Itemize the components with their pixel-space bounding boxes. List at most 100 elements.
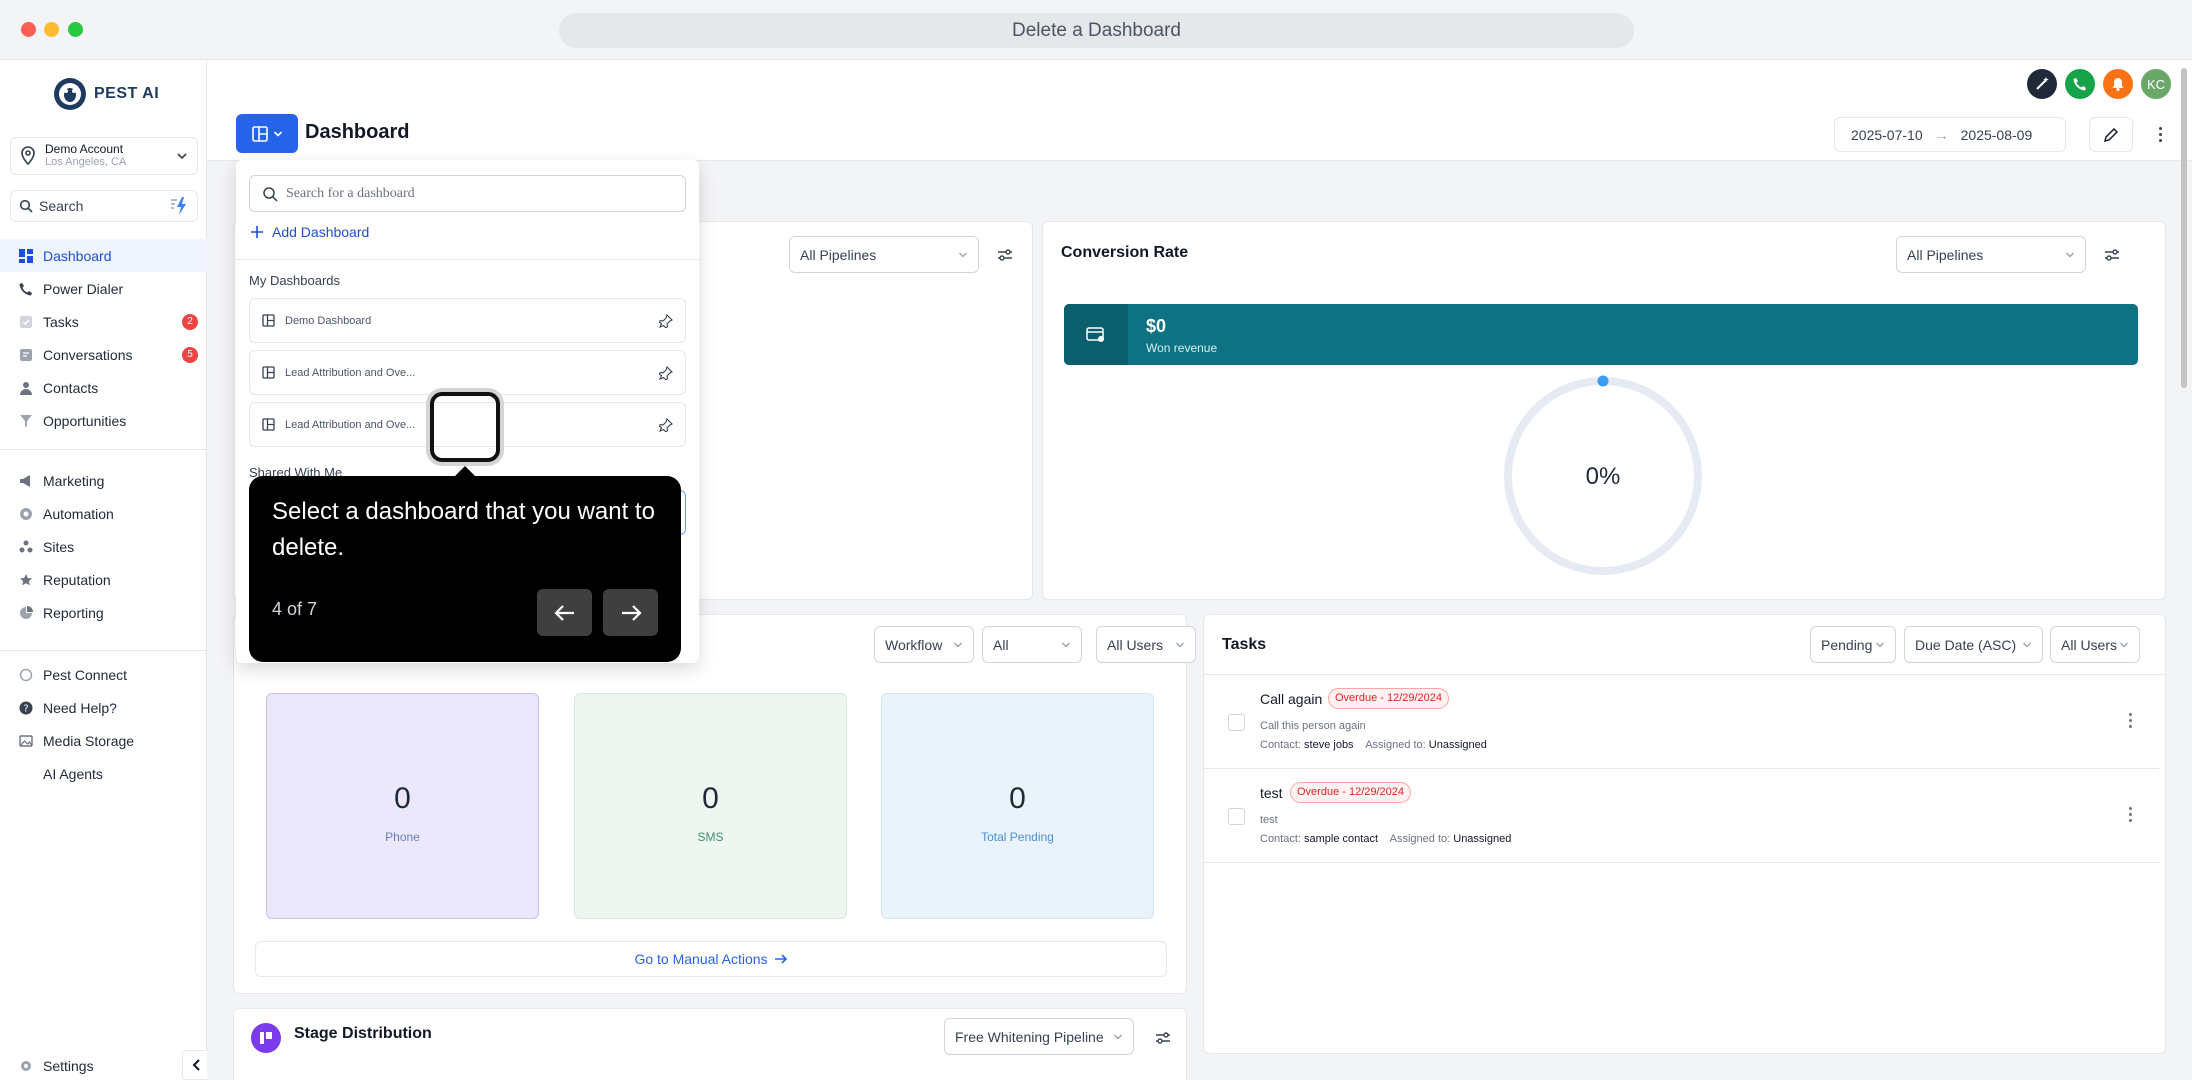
chevron-down-icon [2066, 252, 2074, 257]
account-switcher[interactable]: Demo Account Los Angeles, CA [10, 137, 198, 175]
brand-logo[interactable]: PEST AI [52, 76, 159, 112]
settings-sliders-icon[interactable] [996, 246, 1014, 264]
type-filter[interactable]: All [982, 626, 1082, 663]
sidebar-item-settings[interactable]: Settings [0, 1049, 207, 1080]
sidebar-item-media-storage[interactable]: Media Storage [0, 724, 207, 757]
pin-icon[interactable] [659, 365, 673, 380]
filter-value: All Users [2061, 636, 2118, 653]
filter-value: Workflow [885, 636, 943, 653]
workflow-filter[interactable]: Workflow [874, 626, 974, 663]
chevron-down-icon [177, 153, 187, 160]
dashboard-item[interactable]: Demo Dashboard [249, 298, 686, 343]
tour-previous-button[interactable] [537, 589, 592, 636]
add-dashboard-button[interactable]: Add Dashboard [250, 224, 369, 240]
sidebar-item-contacts[interactable]: Contacts [0, 371, 207, 404]
page-scrollbar[interactable] [2181, 68, 2187, 388]
dropdown-divider [236, 259, 699, 260]
sidebar-item-marketing[interactable]: Marketing [0, 464, 207, 497]
task-more-icon[interactable] [2126, 807, 2134, 827]
conversion-rate-card: Conversion Rate All Pipelines $0 Won rev… [1042, 221, 2166, 600]
contact-label: Contact: [1260, 739, 1301, 751]
chevron-left-icon [192, 1059, 200, 1071]
status-filter[interactable]: Pending [1810, 626, 1896, 663]
sidebar-item-ai-agents[interactable]: AI Agents [0, 757, 207, 790]
date-from: 2025-07-10 [1851, 126, 1923, 143]
gear-icon [18, 1058, 34, 1074]
pipeline-select[interactable]: All Pipelines [789, 236, 979, 273]
pie-icon [18, 605, 34, 621]
date-range-picker[interactable]: 2025-07-10 → 2025-08-09 [1834, 117, 2066, 152]
go-to-manual-actions-link[interactable]: Go to Manual Actions [255, 941, 1167, 977]
pipeline-select-value: Free Whitening Pipeline [955, 1028, 1104, 1045]
edit-dashboard-button[interactable] [2089, 117, 2133, 152]
task-name: test [1260, 785, 1283, 801]
contact-name[interactable]: sample contact [1304, 833, 1378, 845]
pin-icon[interactable] [659, 417, 673, 432]
filter-icon [18, 413, 34, 429]
phone-call-icon[interactable] [2065, 69, 2095, 99]
sidebar-divider [0, 650, 207, 651]
won-revenue-value: $0 [1146, 316, 1167, 336]
dashboard-search[interactable] [249, 175, 686, 212]
chevron-down-icon [1176, 642, 1184, 647]
tour-highlight[interactable] [430, 392, 500, 462]
search-icon [19, 199, 33, 213]
task-more-icon[interactable] [2126, 713, 2134, 733]
chevron-down-icon [1062, 642, 1070, 647]
stage-icon [251, 1023, 281, 1053]
sort-filter[interactable]: Due Date (ASC) [1904, 626, 2043, 663]
sidebar-item-conversations[interactable]: Conversations 5 [0, 338, 207, 371]
tasks-card: Tasks Pending Due Date (ASC) All Users C… [1203, 614, 2166, 1054]
tour-next-button[interactable] [603, 589, 658, 636]
chevron-down-icon [1114, 1034, 1122, 1039]
sidebar-item-label: Contacts [43, 379, 99, 396]
page-header: Dashboard 2025-07-10 → 2025-08-09 [207, 106, 2192, 161]
assignee-filter[interactable]: All Users [2050, 626, 2140, 663]
bell-icon[interactable] [2103, 69, 2133, 99]
sidebar-divider [0, 449, 207, 450]
task-row[interactable]: test Overdue - 12/29/2024 test Contact: … [1204, 769, 2159, 863]
more-options-icon[interactable] [2152, 121, 2168, 147]
dashboard-search-input[interactable] [286, 185, 673, 202]
settings-sliders-icon[interactable] [1154, 1029, 1172, 1047]
task-row[interactable]: Call again Overdue - 12/29/2024 Call thi… [1204, 675, 2159, 769]
dashboard-item[interactable]: Lead Attribution and Ove... [249, 350, 686, 395]
dashboard-item-label: Demo Dashboard [285, 314, 372, 327]
magic-wand-icon[interactable] [2027, 69, 2057, 99]
plus-icon [251, 226, 263, 238]
sidebar-search[interactable]: Search [10, 190, 198, 222]
card-title: Stage Distribution [294, 1025, 432, 1042]
tour-tooltip: Select a dashboard that you want to dele… [249, 476, 681, 662]
settings-sliders-icon[interactable] [2103, 246, 2121, 264]
sidebar-item-dashboard[interactable]: Dashboard [0, 239, 207, 272]
maximize-window-button[interactable] [68, 22, 83, 37]
dashboard-switcher-button[interactable] [236, 114, 298, 153]
sidebar-item-reputation[interactable]: Reputation [0, 563, 207, 596]
help-icon: ? [18, 700, 34, 716]
sidebar-item-reporting[interactable]: Reporting [0, 596, 207, 629]
sidebar-item-pest-connect[interactable]: Pest Connect [0, 658, 207, 691]
pin-icon[interactable] [659, 313, 673, 328]
pencil-icon [2103, 127, 2119, 142]
sidebar-item-label: Automation [43, 505, 114, 522]
user-avatar[interactable]: KC [2141, 69, 2171, 99]
pipeline-select[interactable]: Free Whitening Pipeline [944, 1018, 1134, 1055]
sidebar-item-power-dialer[interactable]: Power Dialer [0, 272, 207, 305]
task-checkbox[interactable] [1228, 808, 1245, 825]
location-pin-icon [21, 146, 35, 166]
users-filter[interactable]: All Users [1096, 626, 1196, 663]
lightning-icon[interactable] [167, 196, 189, 216]
sidebar-item-sites[interactable]: Sites [0, 530, 207, 563]
won-revenue-bar: $0 Won revenue [1064, 304, 2138, 365]
task-checkbox[interactable] [1228, 714, 1245, 731]
sidebar-item-need-help[interactable]: ? Need Help? [0, 691, 207, 724]
pipeline-select[interactable]: All Pipelines [1896, 236, 2086, 273]
overdue-badge: Overdue - 12/29/2024 [1290, 782, 1412, 803]
sidebar-item-tasks[interactable]: Tasks 2 [0, 305, 207, 338]
sidebar-item-opportunities[interactable]: Opportunities [0, 404, 207, 437]
contact-name[interactable]: steve jobs [1304, 739, 1354, 751]
close-window-button[interactable] [21, 22, 36, 37]
minimize-window-button[interactable] [44, 22, 59, 37]
sidebar-item-automation[interactable]: Automation [0, 497, 207, 530]
layout-icon [262, 366, 275, 379]
